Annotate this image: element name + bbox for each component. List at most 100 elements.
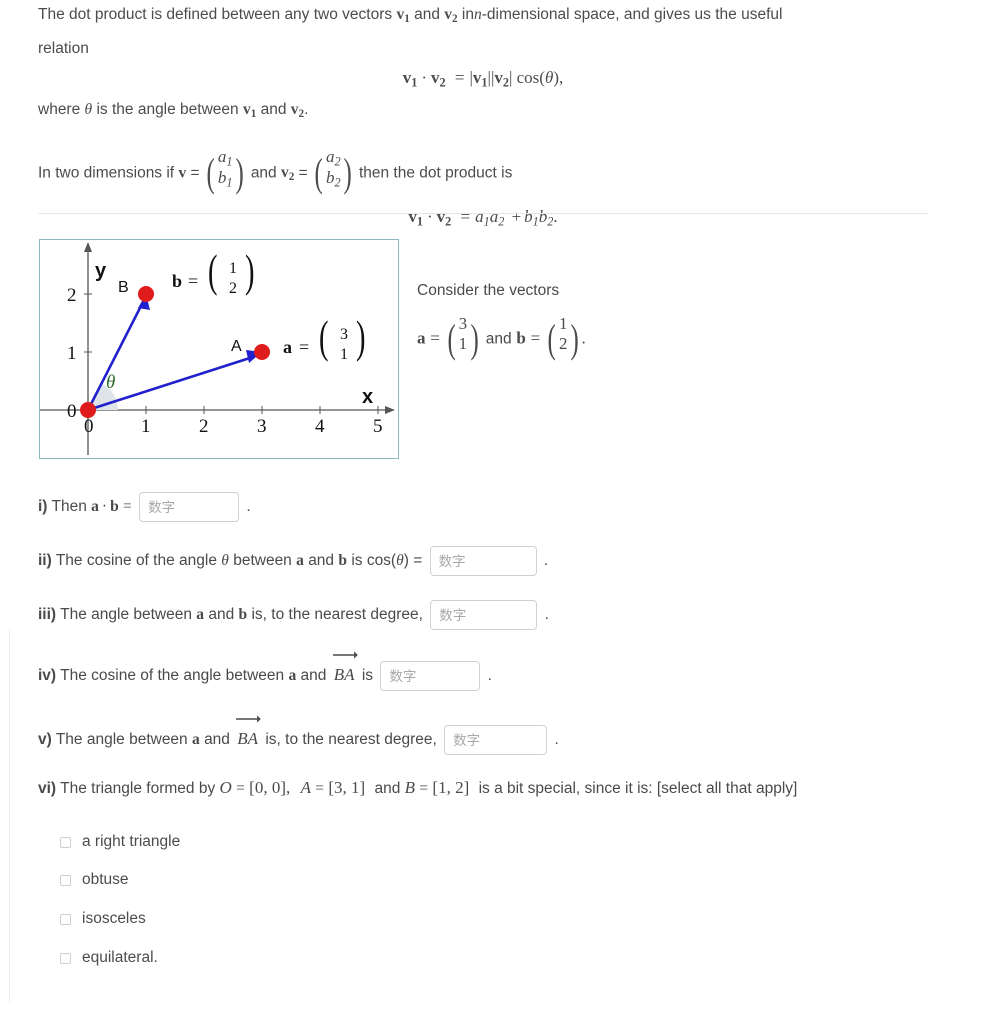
svg-text:1: 1 (229, 260, 237, 277)
svg-text:): ) (356, 312, 366, 362)
intro-line1-n: n (473, 6, 482, 23)
checkbox-equilateral[interactable] (60, 952, 71, 964)
consider-vectors-block: Consider the vectors a = ( 3 1 ) and b =… (417, 278, 697, 364)
intro-line-3: where θ is the angle between v1 and v2. (38, 100, 309, 120)
consider-b-name: b (516, 328, 526, 348)
svg-text:5: 5 (373, 416, 383, 437)
question-ii-vector-a: a (296, 552, 304, 570)
intro-line1-and: and (414, 6, 440, 23)
svg-text:x: x (362, 386, 373, 408)
point-b (138, 286, 154, 302)
svg-text:=: = (188, 271, 198, 291)
question-iii-text-before: The angle between (60, 606, 192, 624)
question-iii-vector-a: a (196, 606, 205, 624)
question-v-period: . (554, 731, 559, 749)
over-arrow-icon (332, 650, 358, 659)
vector-diagram-svg: 0 1 2 3 4 5 0 1 2 y x B A θ b = ( 1 2 ) … (40, 242, 395, 455)
svg-text:): ) (245, 246, 255, 296)
checkbox-right-triangle[interactable] (60, 836, 71, 848)
consider-vectors-equation: a = ( 3 1 ) and b = ( 1 2 ) . (417, 314, 697, 364)
vector-v: v (178, 164, 187, 182)
question-iv-answer-input[interactable] (380, 661, 481, 691)
option-label-right-triangle: a right triangle (82, 833, 181, 850)
svg-text:2: 2 (199, 416, 209, 437)
question-i-answer-input[interactable] (139, 492, 240, 522)
question-i: i) Then a·b = . (38, 492, 251, 522)
intro-line3-text: is the angle between (96, 100, 239, 118)
option-equilateral[interactable]: equilateral. (60, 948, 158, 968)
option-label-obtuse: obtuse (82, 871, 129, 888)
question-ii-vector-b: b (338, 552, 347, 570)
intro-line-4: In two dimensions if v = ( a1 b1 ) and v… (38, 147, 928, 200)
question-i-vector-b: b (110, 498, 119, 516)
equation-dot-product-cosine: v1 · v2 = |v1||v2| cos(θ), (402, 68, 564, 90)
question-iii-label: iii) (38, 606, 57, 624)
svg-text:B: B (118, 279, 129, 296)
svg-text:A: A (231, 338, 242, 355)
option-right-triangle[interactable]: a right triangle (60, 832, 180, 852)
svg-text:1: 1 (141, 416, 151, 437)
x-axis-arrowhead (385, 406, 395, 414)
equation-dot-product-components: v1 · v2 = a1a2 + b1b2. (408, 207, 558, 229)
question-ii-theta: θ (221, 552, 229, 570)
vector-v2-inline: v2 (444, 6, 458, 26)
intro-line-2: relation (38, 40, 89, 58)
y-axis-arrowhead (84, 242, 92, 252)
question-v-label: v) (38, 731, 52, 749)
intro-line1-text-b: in (461, 6, 474, 23)
svg-text:3: 3 (257, 416, 267, 437)
question-v-answer-input[interactable] (444, 725, 548, 755)
vector-v1-inline: v1 (396, 6, 410, 26)
question-iv-vector-a: a (288, 667, 297, 685)
question-vi-text-2: is a bit special, since it is: [select a… (478, 780, 798, 797)
svg-text:2: 2 (229, 280, 237, 297)
question-iii: iii) The angle between a and b is, to th… (38, 600, 549, 630)
question-vi-text-1: The triangle formed by (60, 780, 216, 797)
question-v-vector-a: a (192, 731, 200, 749)
question-i-text: Then (51, 498, 87, 516)
column-vector-ab1: ( a1 b1 ) (206, 146, 244, 196)
intro-line1-text-a: The dot product is defined between any t… (38, 6, 393, 23)
option-label-equilateral: equilateral. (82, 949, 158, 966)
vector-ba-overarrow-v: BA (236, 715, 262, 750)
svg-text:(: ( (319, 312, 329, 362)
svg-text:1: 1 (340, 346, 348, 363)
svg-text:a: a (283, 337, 292, 357)
svg-text:y: y (95, 260, 107, 282)
svg-text:2: 2 (67, 285, 77, 306)
option-label-isosceles: isosceles (82, 910, 146, 927)
svg-text:4: 4 (315, 416, 325, 437)
worksheet-page: The dot product is defined between any t… (0, 0, 1005, 1024)
question-vi: vi) The triangle formed by O = [0, 0], A… (38, 778, 798, 797)
question-i-label: i) (38, 498, 48, 516)
checkbox-isosceles[interactable] (60, 913, 71, 925)
left-edge-rule (9, 630, 10, 1002)
option-obtuse[interactable]: obtuse (60, 870, 129, 890)
svg-text:0: 0 (67, 401, 77, 422)
question-ii-answer-input[interactable] (429, 546, 537, 576)
svg-text:1: 1 (67, 343, 77, 364)
consider-a-name: a (417, 328, 426, 348)
question-iii-vector-b: b (238, 606, 248, 624)
vector-ba-overarrow-iv: BA (332, 651, 358, 686)
svg-text:0: 0 (84, 416, 94, 437)
question-i-period: . (246, 498, 251, 516)
question-v: v) The angle between a and BA is, to the… (38, 715, 559, 755)
question-ii: ii) The cosine of the angle θ between a … (38, 546, 548, 576)
question-iv-period: . (487, 667, 492, 685)
intro-line1-text-c: -dimensional space, and gives us the use… (481, 6, 783, 23)
theta-symbol: θ (84, 100, 93, 118)
option-isosceles[interactable]: isosceles (60, 909, 146, 929)
question-ii-text-before: The cosine of the angle (55, 552, 217, 570)
svg-text:=: = (299, 337, 309, 357)
checkbox-obtuse[interactable] (60, 874, 71, 886)
question-iv-label: iv) (38, 667, 57, 685)
intro-line-1: The dot product is defined between any t… (38, 0, 928, 34)
consider-column-vector-b: ( 1 2 ) (547, 314, 579, 362)
consider-column-vector-a: ( 3 1 ) (447, 314, 479, 362)
vector-v2: v2 (281, 164, 295, 184)
question-vi-label: vi) (38, 780, 57, 797)
svg-text:θ: θ (106, 372, 115, 393)
svg-text:(: ( (208, 246, 218, 296)
question-iii-answer-input[interactable] (430, 600, 538, 630)
